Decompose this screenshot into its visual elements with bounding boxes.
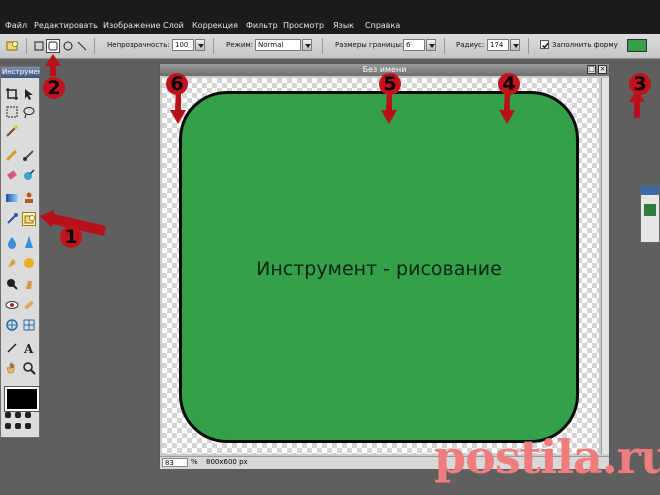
annotation-badge-4: 4 (498, 73, 520, 95)
annotation-badge-6: 6 (166, 73, 188, 95)
annotation-arrows (40, 54, 645, 236)
annotation-badge-5: 5 (379, 73, 401, 95)
watermark: postila.ru (434, 430, 660, 484)
annotation-badge-2: 2 (43, 77, 65, 99)
annotation-badge-1: 1 (60, 226, 82, 248)
annotation-badge-3: 3 (629, 73, 651, 95)
app-window: Файл Редактировать Изображение Слой Корр… (0, 0, 660, 495)
